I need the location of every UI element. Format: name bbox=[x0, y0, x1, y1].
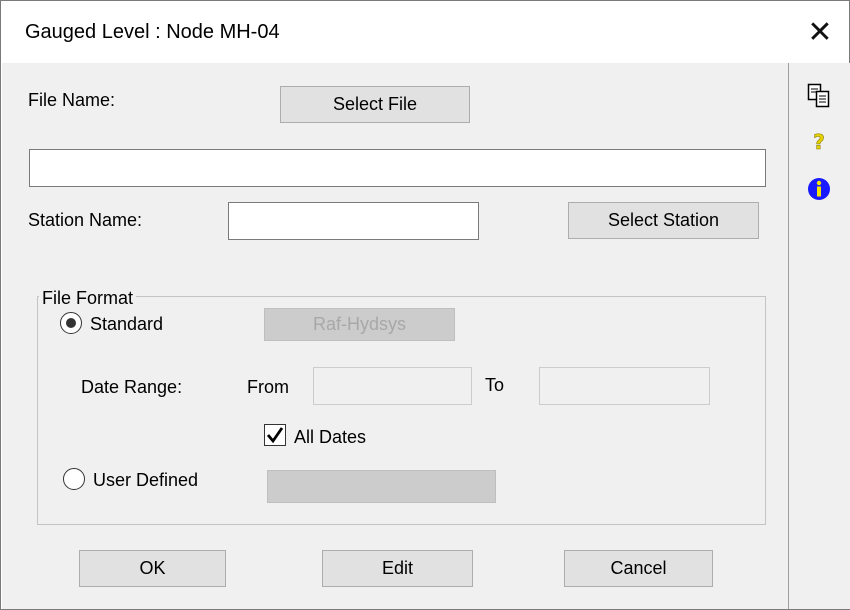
station-name-input[interactable] bbox=[228, 202, 479, 240]
standard-radio[interactable] bbox=[60, 312, 82, 334]
window-title: Gauged Level : Node MH-04 bbox=[25, 21, 280, 43]
all-dates-label[interactable]: All Dates bbox=[294, 427, 366, 448]
checkmark-icon bbox=[266, 427, 284, 444]
file-name-label: File Name: bbox=[28, 90, 116, 110]
date-range-label: Date Range: bbox=[81, 377, 183, 397]
radio-selected-dot bbox=[66, 318, 76, 328]
standard-label[interactable]: Standard bbox=[90, 314, 163, 335]
from-date-input[interactable] bbox=[313, 367, 472, 405]
cancel-button[interactable]: Cancel bbox=[564, 550, 713, 587]
edit-button[interactable]: Edit bbox=[322, 550, 473, 587]
from-label: From bbox=[247, 377, 289, 397]
user-defined-field[interactable] bbox=[267, 470, 496, 503]
user-defined-radio[interactable] bbox=[63, 468, 85, 490]
raf-hydsys-button[interactable]: Raf-Hydsys bbox=[264, 308, 455, 341]
to-label: To bbox=[485, 375, 505, 395]
close-button[interactable]: ✕ bbox=[791, 1, 849, 63]
select-file-button[interactable]: Select File bbox=[280, 86, 470, 123]
info-icon[interactable] bbox=[807, 177, 831, 201]
select-station-button[interactable]: Select Station bbox=[568, 202, 759, 239]
all-dates-checkbox[interactable] bbox=[264, 424, 286, 446]
to-date-input[interactable] bbox=[539, 367, 710, 405]
user-defined-label[interactable]: User Defined bbox=[93, 470, 198, 491]
dialog-window: Gauged Level : Node MH-04 ✕ File Name: S… bbox=[0, 0, 850, 610]
svg-text:?: ? bbox=[813, 130, 825, 154]
ok-button[interactable]: OK bbox=[79, 550, 226, 587]
title-bar: Gauged Level : Node MH-04 ✕ bbox=[1, 1, 849, 63]
station-name-label: Station Name: bbox=[28, 210, 143, 230]
dialog-body: File Name: Select File Station Name: Sel… bbox=[2, 63, 788, 609]
file-format-legend: File Format bbox=[39, 288, 137, 309]
sidebar-toolbar: ? bbox=[788, 63, 850, 609]
help-icon[interactable]: ? bbox=[811, 130, 827, 155]
file-path-input[interactable] bbox=[29, 149, 766, 187]
copy-icon[interactable] bbox=[807, 83, 831, 109]
